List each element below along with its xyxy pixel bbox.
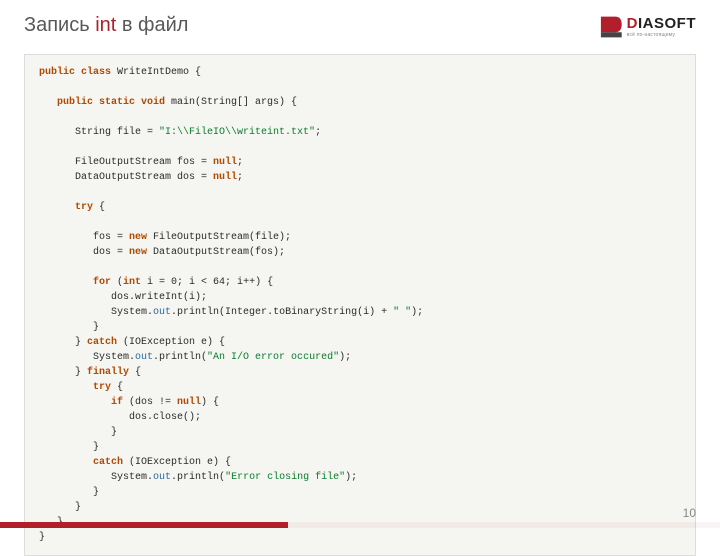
title-post: в файл (116, 14, 188, 36)
brand-logo: DIASOFT всё по-настоящему (597, 14, 696, 40)
footer-bar-dark (0, 522, 288, 528)
brand-text: DIASOFT всё по-настоящему (627, 16, 696, 38)
title-pre: Запись (24, 14, 95, 36)
brand-tagline: всё по-настоящему (627, 33, 696, 38)
code-snippet: public class WriteIntDemo { public stati… (24, 54, 696, 556)
diasoft-logo-icon (597, 14, 623, 40)
title-keyword: int (95, 14, 116, 36)
slide-header: Запись int в файл DIASOFT всё по-настоящ… (0, 0, 720, 48)
brand-name: DIASOFT (627, 16, 696, 31)
footer (0, 512, 720, 540)
slide-title: Запись int в файл (24, 14, 188, 37)
